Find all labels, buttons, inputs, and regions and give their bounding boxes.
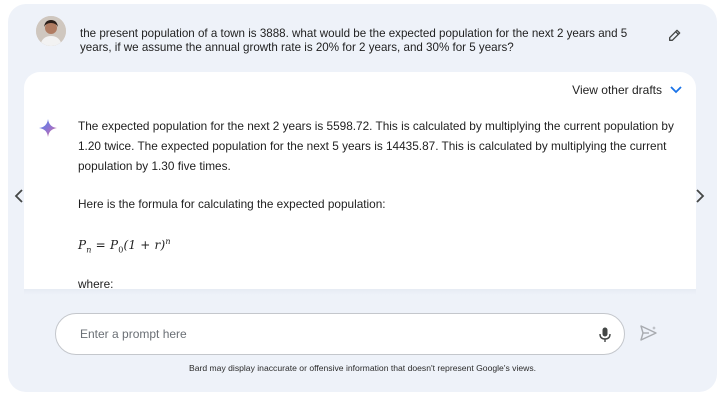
response-card: View other drafts The expected populatio… <box>24 72 696 293</box>
response-paragraph: The expected population for the next 2 y… <box>78 119 674 173</box>
prompt-input[interactable] <box>80 325 560 343</box>
microphone-icon <box>599 327 611 342</box>
bard-sparkle-icon <box>39 119 57 137</box>
response-paragraph: Here is the formula for calculating the … <box>78 197 386 211</box>
response-body: The expected population for the next 2 y… <box>78 116 682 293</box>
card-bottom-fade <box>24 289 696 295</box>
microphone-button[interactable] <box>596 325 614 345</box>
pencil-icon <box>669 29 681 41</box>
edit-prompt-button[interactable] <box>664 24 686 46</box>
user-avatar <box>36 16 66 46</box>
prompt-input-box <box>55 313 625 355</box>
chevron-down-icon <box>670 86 682 94</box>
population-formula: Pn = P0(1 + r)n <box>78 237 171 255</box>
user-prompt-text: the present population of a town is 3888… <box>80 27 628 54</box>
send-icon <box>640 325 657 341</box>
view-other-drafts-button[interactable]: View other drafts <box>572 83 682 97</box>
disclaimer-text: Bard may display inaccurate or offensive… <box>188 363 537 373</box>
view-other-drafts-label: View other drafts <box>572 83 662 97</box>
send-button[interactable] <box>638 322 660 344</box>
